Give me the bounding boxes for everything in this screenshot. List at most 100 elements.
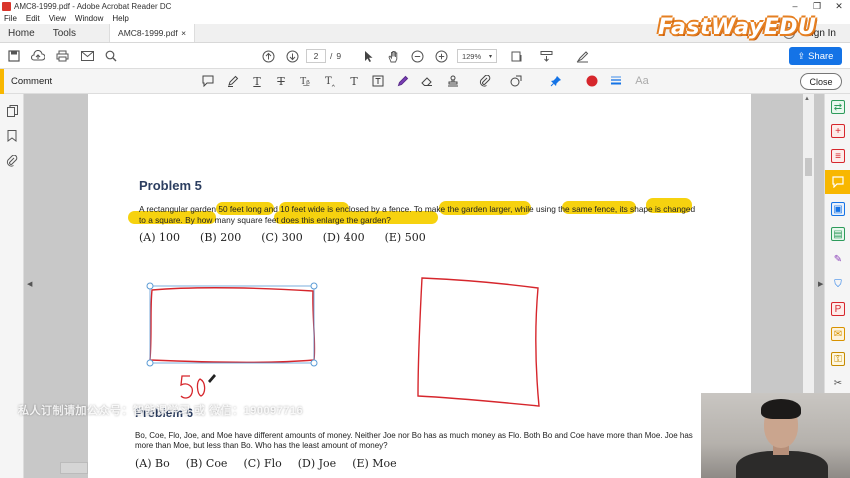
menu-window[interactable]: Window	[75, 14, 103, 23]
choice-d: (D) Joe	[297, 457, 337, 470]
hand-tool-icon[interactable]	[386, 49, 400, 63]
color-picker-icon[interactable]	[585, 74, 599, 88]
zoom-level-value: 129%	[461, 51, 482, 61]
menu-edit[interactable]: Edit	[26, 14, 40, 23]
pdf-page: Problem 5 A rectangular garden 50 feet l…	[88, 94, 751, 478]
highlighter-icon[interactable]	[226, 74, 240, 88]
send-for-review-icon[interactable]: ✉	[831, 327, 845, 341]
presenter-hair	[761, 399, 801, 419]
organize-pages-icon[interactable]: ▤	[831, 227, 845, 241]
page-number-input[interactable]: 2	[306, 49, 326, 63]
next-page-icon[interactable]	[285, 49, 299, 63]
choice-b: (B) Coe	[185, 457, 228, 470]
maximize-button[interactable]: ❐	[806, 1, 828, 12]
attach-file-icon[interactable]	[478, 74, 492, 88]
share-button[interactable]: ⇪ Share	[789, 47, 842, 65]
save-icon[interactable]	[7, 49, 21, 63]
window-title: AMC8-1999.pdf - Adobe Acrobat Reader DC	[14, 2, 172, 11]
underline-text-icon[interactable]: T	[250, 74, 264, 88]
handwritten-zero	[196, 378, 206, 397]
handwritten-five	[180, 375, 193, 399]
comment-accent-bar	[0, 69, 4, 94]
pin-icon[interactable]	[549, 74, 563, 88]
menu-view[interactable]: View	[49, 14, 66, 23]
problem-6-choices: (A) Bo (B) Coe (C) Flo (D) Joe (E) Moe	[135, 457, 397, 470]
selection-handle	[310, 359, 318, 367]
presenter-body	[736, 451, 828, 478]
protect-icon[interactable]: ⛉	[831, 277, 845, 291]
email-icon[interactable]	[80, 49, 94, 63]
webcam-video	[701, 393, 850, 478]
minimize-button[interactable]: –	[784, 1, 806, 12]
chevron-down-icon: ▾	[489, 53, 493, 60]
selection-handle	[146, 359, 154, 367]
strikethrough-text-icon[interactable]: T	[274, 74, 288, 88]
font-size-icon[interactable]: Aa	[633, 74, 651, 88]
combine-files-icon[interactable]: ▣	[831, 202, 845, 216]
comment-toolbar: Comment T T T͟ᵦ T‸ T Aa Close	[0, 69, 850, 94]
line-thickness-icon[interactable]	[609, 74, 623, 88]
ink-annotations	[146, 277, 540, 407]
text-box-icon[interactable]	[371, 74, 385, 88]
sticky-note-icon[interactable]	[201, 74, 215, 88]
edit-pdf-icon[interactable]: ≡	[831, 149, 845, 163]
print-icon[interactable]	[55, 49, 69, 63]
add-text-icon[interactable]: T	[347, 74, 361, 88]
menu-file[interactable]: File	[4, 14, 17, 23]
tab-document[interactable]: AMC8-1999.pdf ×	[109, 24, 196, 42]
choice-c: (C) Flo	[243, 457, 282, 470]
comment-tool-icon[interactable]	[831, 175, 845, 189]
window-controls: – ❐ ✕	[784, 1, 850, 12]
shapes-icon[interactable]	[509, 74, 523, 88]
tab-home[interactable]: Home	[0, 24, 43, 42]
stamp-icon[interactable]	[446, 74, 460, 88]
selection-handle	[310, 282, 318, 290]
menu-help[interactable]: Help	[112, 14, 128, 23]
left-navigation-panel	[0, 94, 24, 478]
tab-tools[interactable]: Tools	[45, 24, 84, 42]
share-label: Share	[808, 50, 834, 62]
page-fit-icon[interactable]	[509, 49, 523, 63]
close-comment-button[interactable]: Close	[800, 73, 842, 90]
main-toolbar: 2 / 9 129% ▾ ⇪ Share	[0, 43, 850, 69]
choice-a: (A) Bo	[135, 457, 170, 470]
zoom-out-icon[interactable]	[410, 49, 424, 63]
share-icon: ⇪	[797, 50, 806, 61]
page-navigator: 2 / 9	[306, 49, 341, 63]
bookmarks-icon[interactable]	[5, 129, 19, 143]
optimize-pdf-icon[interactable]: P	[831, 302, 845, 316]
fill-sign-icon[interactable]: ✎	[831, 252, 845, 266]
export-pdf-icon[interactable]: ⇄	[831, 100, 845, 114]
comment-toolbar-label: Comment	[11, 76, 53, 87]
select-cursor-icon[interactable]	[362, 49, 376, 63]
zoom-level-select[interactable]: 129% ▾	[457, 49, 497, 63]
zoom-in-icon[interactable]	[434, 49, 448, 63]
page-separator: /	[330, 51, 333, 61]
collapse-right-panel-icon[interactable]: ▶	[818, 280, 823, 288]
customize-tools-icon[interactable]: ✂	[831, 376, 845, 390]
insert-text-icon[interactable]: T‸	[323, 74, 337, 88]
close-window-button[interactable]: ✕	[828, 1, 850, 12]
selection-handle	[146, 282, 154, 290]
page-thumbnails-icon[interactable]	[5, 104, 19, 118]
scrollbar-thumb[interactable]	[805, 158, 812, 176]
previous-page-icon[interactable]	[261, 49, 275, 63]
eraser-icon[interactable]	[420, 74, 434, 88]
sign-pen-icon[interactable]	[575, 49, 589, 63]
create-pdf-icon[interactable]: +	[831, 124, 845, 138]
upload-cloud-icon[interactable]	[31, 49, 45, 63]
search-icon[interactable]	[104, 49, 118, 63]
draw-pencil-icon[interactable]	[396, 74, 410, 88]
more-tools-icon[interactable]: ⚿	[831, 352, 845, 366]
tab-close-icon[interactable]: ×	[181, 28, 186, 38]
scroll-up-icon[interactable]: ▲	[804, 96, 810, 102]
selection-box	[149, 285, 315, 364]
collapse-left-panel-icon[interactable]: ◀	[27, 280, 32, 288]
choice-e: (E) Moe	[352, 457, 397, 470]
attachments-icon[interactable]	[5, 154, 19, 168]
pen-cursor-icon	[208, 374, 216, 383]
problem-6-text: Bo, Coe, Flo, Joe, and Moe have differen…	[135, 431, 693, 450]
replace-text-icon[interactable]: T͟ᵦ	[298, 74, 312, 88]
watermark-text: 私人订制请加公众号：智能课学习 或 微信：190097716	[18, 405, 304, 417]
scrolling-mode-icon[interactable]	[539, 49, 553, 63]
